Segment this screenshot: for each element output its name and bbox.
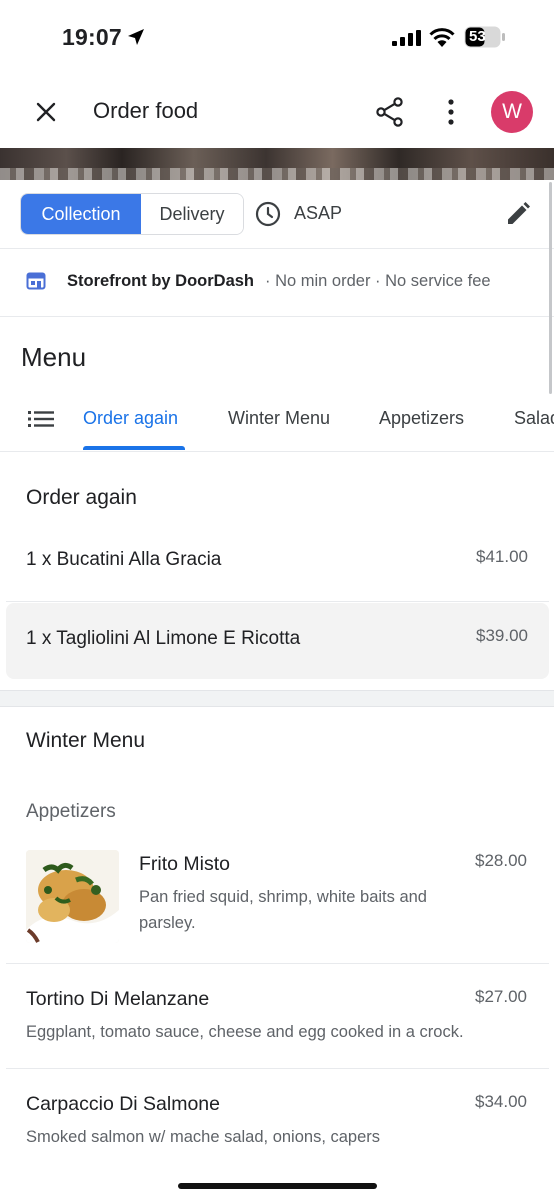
section-separator: [0, 690, 554, 707]
more-options-icon[interactable]: [436, 94, 466, 130]
menu-item-name: Tortino Di Melanzane: [26, 988, 210, 1010]
order-again-item[interactable]: 1 x Bucatini Alla Gracia $41.00: [6, 528, 549, 601]
menu-tabs: Order again Winter Menu Appetizers Salad: [0, 388, 554, 452]
delivery-button[interactable]: Delivery: [141, 194, 243, 234]
order-mode-row: Collection Delivery ASAP: [0, 180, 554, 249]
status-bar: 19:07 53: [0, 0, 554, 76]
menu-item-description: Smoked salmon w/ mache salad, onions, ca…: [26, 1128, 381, 1146]
share-icon[interactable]: [372, 94, 408, 130]
clock-icon: [255, 201, 281, 227]
order-again-item-price: $39.00: [476, 626, 528, 645]
order-again-heading: Order again: [26, 486, 137, 509]
menu-item-carpaccio-di-salmone[interactable]: Carpaccio Di Salmone $34.00 Smoked salmo…: [0, 1069, 554, 1169]
status-time: 19:07: [62, 24, 122, 50]
menu-item-description: parsley.: [139, 914, 196, 932]
page-title: Order food: [93, 98, 199, 123]
tab-winter-menu[interactable]: Winter Menu: [228, 408, 330, 429]
menu-item-price: $27.00: [475, 987, 527, 1006]
menu-item-tortino-di-melanzane[interactable]: Tortino Di Melanzane $27.00 Eggplant, to…: [0, 964, 554, 1068]
storefront-name: Storefront by DoorDash: [67, 272, 255, 290]
battery-level: 53: [469, 28, 486, 45]
divider: [6, 601, 549, 602]
winter-menu-heading: Winter Menu: [26, 729, 146, 752]
app-bar: Order food W: [0, 76, 554, 148]
appetizers-subheading: Appetizers: [26, 801, 116, 822]
collection-button[interactable]: Collection: [21, 194, 141, 234]
tab-salad[interactable]: Salad: [514, 408, 554, 429]
wifi-icon: [429, 28, 455, 47]
scrollbar[interactable]: [549, 182, 552, 394]
home-indicator[interactable]: [178, 1183, 377, 1189]
edit-icon[interactable]: [504, 200, 532, 228]
storefront-icon: [26, 272, 46, 290]
order-again-item-price: $41.00: [476, 547, 528, 566]
order-again-item-name: 1 x Bucatini Alla Gracia: [26, 549, 222, 570]
tab-appetizers[interactable]: Appetizers: [379, 408, 464, 429]
menu-item-description: Eggplant, tomato sauce, cheese and egg c…: [26, 1023, 464, 1041]
list-icon[interactable]: [28, 410, 54, 428]
active-tab-indicator: [83, 446, 185, 450]
storefront-details: · No min order · No service fee: [265, 272, 491, 290]
pickup-time-label[interactable]: ASAP: [294, 203, 342, 224]
menu-title: Menu: [21, 342, 87, 372]
cellular-signal-icon: [392, 30, 421, 46]
menu-item-name: Carpaccio Di Salmone: [26, 1093, 221, 1115]
close-icon[interactable]: [26, 92, 66, 132]
order-again-item[interactable]: 1 x Tagliolini Al Limone E Ricotta $39.0…: [6, 603, 549, 679]
location-arrow-icon: [128, 29, 144, 45]
tab-order-again[interactable]: Order again: [83, 408, 178, 429]
order-again-item-name: 1 x Tagliolini Al Limone E Ricotta: [26, 628, 301, 649]
menu-item-name: Frito Misto: [139, 853, 231, 875]
menu-item-price: $34.00: [475, 1092, 527, 1111]
order-mode-toggle: Collection Delivery: [20, 193, 244, 235]
battery-icon: 53: [464, 26, 506, 48]
storefront-info-row: Storefront by DoorDash · No min order · …: [0, 249, 554, 317]
menu-item-price: $28.00: [475, 851, 527, 870]
frito-misto-image: [26, 850, 119, 943]
menu-item-description: Pan fried squid, shrimp, white baits and: [139, 888, 427, 906]
restaurant-hero-image: [0, 148, 554, 180]
avatar[interactable]: W: [491, 91, 533, 133]
